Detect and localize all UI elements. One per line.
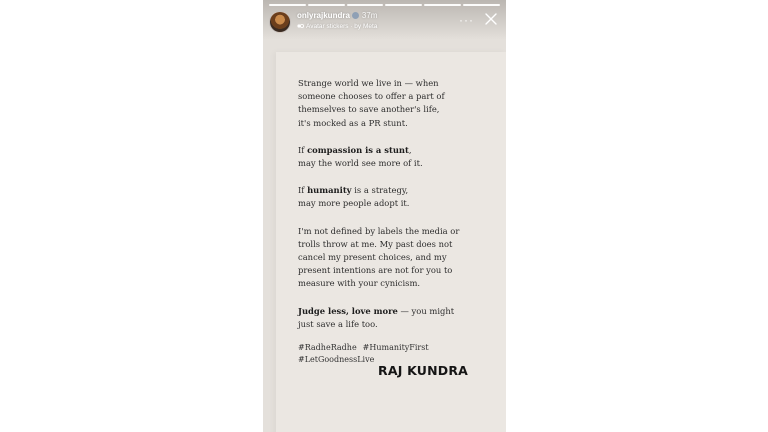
progress-segment	[307, 4, 345, 6]
text-line: If humanity is a strategy,	[298, 184, 483, 197]
time-ago: 37m	[361, 11, 378, 20]
bold-phrase: compassion is a stunt	[307, 144, 409, 155]
text-fragment: is a strategy,	[351, 185, 409, 196]
progress-segment	[269, 4, 306, 6]
text-line: Strange world we live in — when	[298, 78, 439, 88]
text-line: just save a life too.	[298, 318, 378, 329]
hashtag: #RadheRadhe	[298, 343, 357, 352]
hashtag: #HumanityFirst	[362, 343, 429, 352]
progress-segment	[463, 4, 500, 6]
text-line: cancel my present choices, and my	[298, 252, 447, 263]
paragraph-5: Judge less, love more — you might just s…	[298, 305, 483, 331]
verified-badge-icon	[351, 12, 359, 19]
text-fragment: ,	[408, 144, 412, 155]
paragraph-4: I'm not defined by labels the media or t…	[298, 225, 483, 291]
username-row[interactable]: onlyrajkundra 37m	[297, 11, 377, 20]
paragraph-1: Strange world we live in — when someone …	[298, 77, 483, 130]
bold-phrase: Judge less, love more	[298, 305, 398, 316]
avatar-sticker-icon	[297, 24, 304, 28]
text-line: someone chooses to offer a part of	[298, 91, 445, 102]
hashtag: #LetGoodnessLive	[298, 355, 375, 364]
story-progress-bar	[269, 4, 500, 6]
paragraph-3: If humanity is a strategy, may more peop…	[298, 184, 483, 210]
progress-segment	[346, 4, 384, 6]
text-line: I'm not defined by labels the media or	[298, 225, 460, 236]
text-line: Judge less, love more — you might	[298, 305, 483, 318]
hashtag-line: #RadheRadhe #HumanityFirst	[298, 342, 435, 354]
text-line: If compassion is a stunt,	[298, 144, 483, 157]
bold-phrase: humanity	[307, 185, 352, 196]
text-line: measure with your cynicism.	[298, 278, 421, 289]
signature: RAJ KUNDRA	[378, 363, 469, 378]
text-line: may the world see more of it.	[298, 158, 423, 169]
text-fragment: — you might	[397, 305, 455, 316]
close-icon[interactable]	[484, 12, 498, 26]
username[interactable]: onlyrajkundra	[297, 11, 350, 20]
text-fragment: If	[298, 144, 308, 155]
text-line: may more people adopt it.	[298, 198, 410, 209]
text-fragment: If	[298, 185, 308, 196]
paragraph-2: If compassion is a stunt, may the world …	[298, 144, 483, 170]
more-options-button[interactable]: ···	[459, 13, 474, 27]
text-line: trolls throw at me. My past does not	[298, 238, 453, 249]
sticker-attribution[interactable]: Avatar stickers · by Meta	[297, 23, 377, 30]
text-line: themselves to save another's life,	[298, 104, 440, 115]
story-header: onlyrajkundra 37m Avatar stickers · by Me…	[269, 10, 498, 34]
profile-avatar[interactable]	[269, 11, 291, 33]
progress-segment	[424, 4, 462, 6]
sticker-attribution-text: Avatar stickers · by Meta	[306, 23, 378, 30]
story-viewer[interactable]: onlyrajkundra 37m Avatar stickers · by Me…	[263, 0, 506, 432]
text-line: it's mocked as a PR stunt.	[298, 117, 408, 128]
progress-segment	[385, 4, 423, 6]
text-line: present intentions are not for you to	[298, 265, 453, 276]
note-text: Strange world we live in — when someone …	[298, 77, 483, 345]
